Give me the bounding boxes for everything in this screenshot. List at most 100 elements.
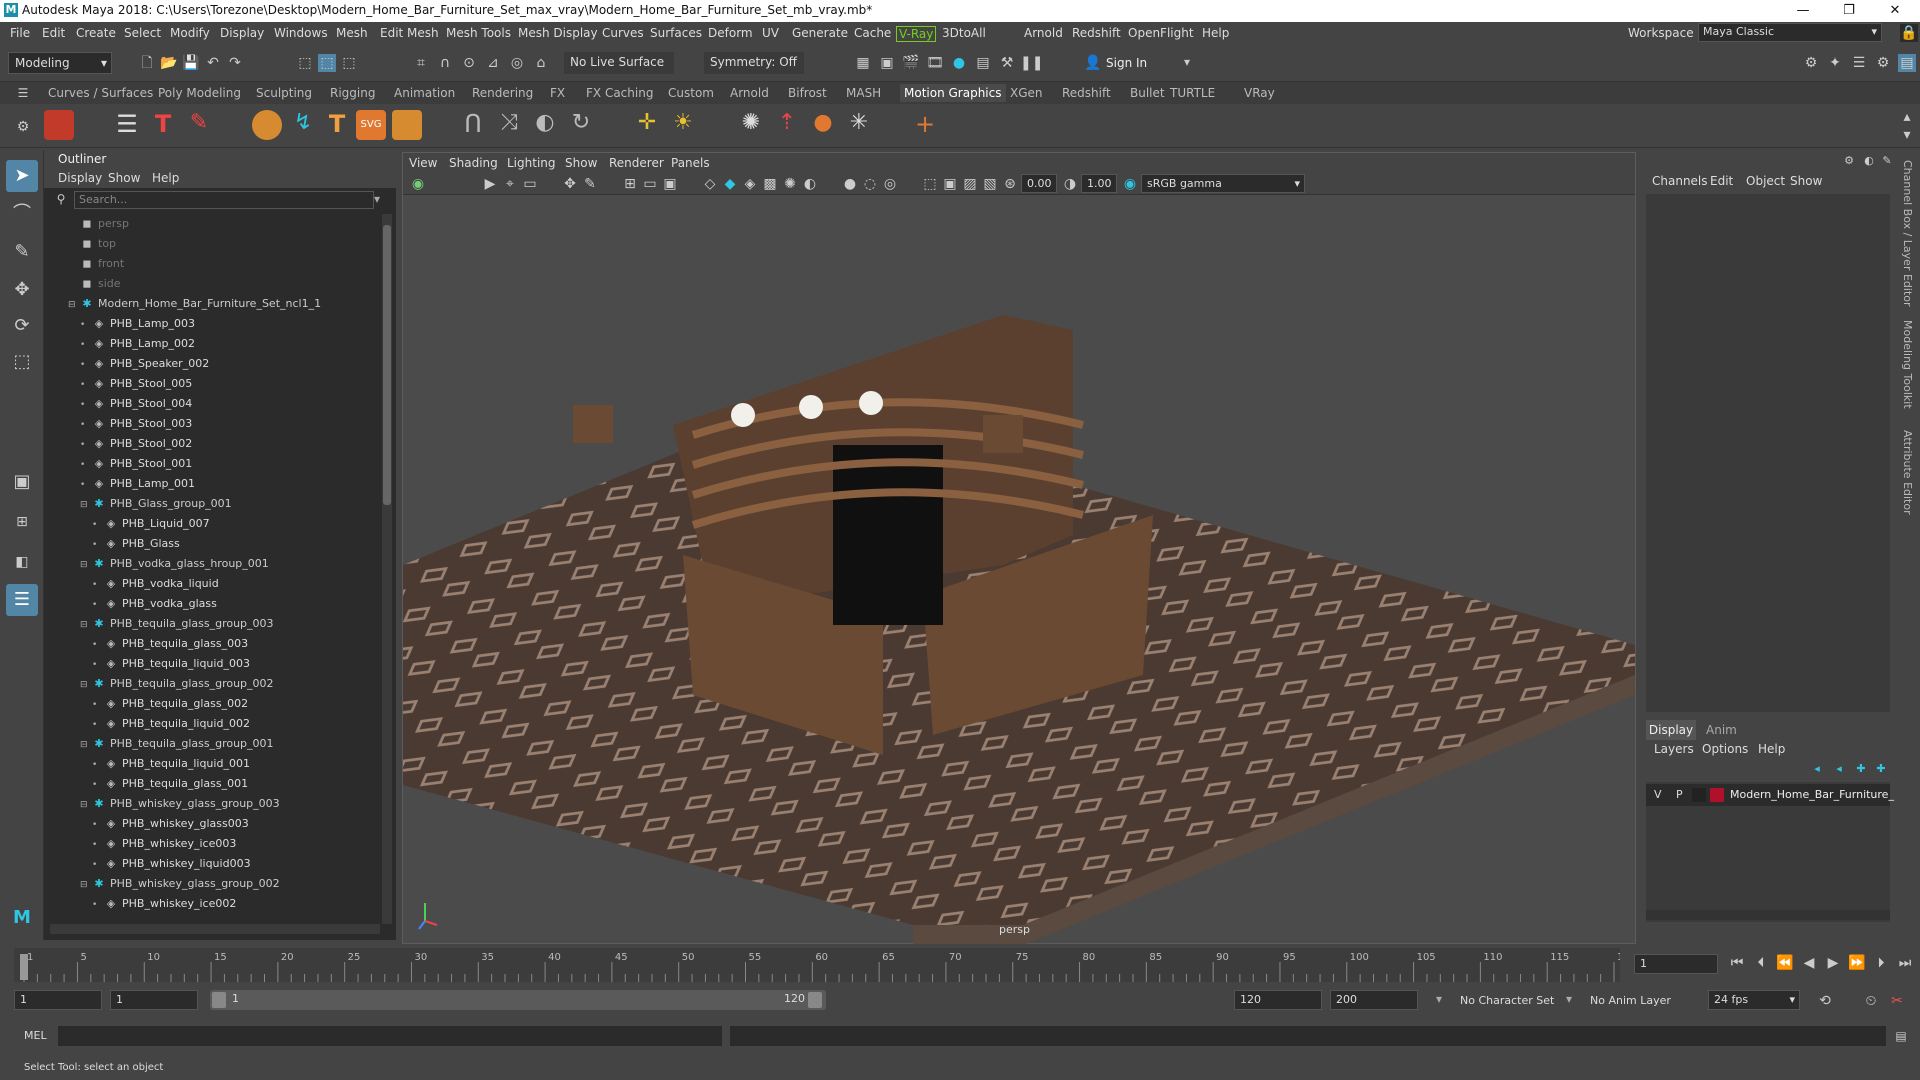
particle-icon[interactable]: ✺ <box>736 110 766 140</box>
menu-mesh[interactable]: Mesh <box>336 26 368 40</box>
add-icon[interactable]: + <box>910 110 940 140</box>
light-icon[interactable]: ☀ <box>668 110 698 140</box>
outliner-mesh-item[interactable]: • ◈ PHB_whiskey_liquid003 <box>92 854 251 874</box>
layer-visibility-toggle[interactable]: V <box>1654 788 1662 801</box>
live-surface-field[interactable]: No Live Surface <box>564 52 674 74</box>
outliner-mesh-item[interactable]: • ◈ PHB_tequila_liquid_003 <box>92 654 250 674</box>
open-scene-icon[interactable]: 📂 <box>160 54 178 72</box>
menu-mesh-tools[interactable]: Mesh Tools <box>446 26 511 40</box>
outliner-mesh-item[interactable]: • ◈ PHB_Stool_003 <box>80 414 192 434</box>
chevron-down-icon[interactable]: ▾ <box>374 192 380 206</box>
outliner-mesh-item[interactable]: • ◈ PHB_whiskey_ice002 <box>92 894 236 914</box>
current-time-marker[interactable] <box>20 954 28 980</box>
film-gate-icon[interactable]: ▭ <box>641 175 659 193</box>
outliner-group-item[interactable]: ⊟ ✱ PHB_tequila_glass_group_002 <box>80 674 274 694</box>
outliner-mesh-item[interactable]: • ◈ PHB_vodka_glass <box>92 594 217 614</box>
tab-modeling-toolkit[interactable]: Modeling Toolkit <box>1901 320 1914 409</box>
select-object-icon[interactable]: ⬚ <box>318 54 336 72</box>
two-d-pan-icon[interactable]: ✥ <box>561 175 579 193</box>
outliner-mesh-item[interactable]: • ◈ PHB_tequila_glass_001 <box>92 774 248 794</box>
current-frame-field[interactable]: 1 <box>1634 954 1718 974</box>
field-icon[interactable]: ● <box>808 110 838 140</box>
layer-playback-toggle[interactable]: P <box>1676 788 1683 801</box>
mel-input[interactable] <box>58 1026 722 1046</box>
step-back-key-icon[interactable]: ⏪ <box>1776 954 1794 972</box>
new-layer-icon[interactable]: ✚ <box>1852 760 1870 778</box>
menu-3dtoall[interactable]: 3DtoAll <box>942 26 986 40</box>
outliner-mesh-item[interactable]: • ◈ PHB_Lamp_003 <box>80 314 195 334</box>
layer-help-menu[interactable]: Help <box>1758 742 1785 756</box>
menu-select[interactable]: Select <box>124 26 161 40</box>
scene-start-field[interactable]: 1 <box>14 990 102 1010</box>
shelf-tab-mash[interactable]: MASH <box>846 86 881 100</box>
outliner-group-item[interactable]: ⊟ ✱ Modern_Home_Bar_Furniture_Set_ncl1_1 <box>68 294 321 314</box>
outliner-mesh-item[interactable]: • ◈ PHB_Glass <box>92 534 180 554</box>
shelf-options-icon[interactable]: ⚙ <box>14 118 32 136</box>
outliner-menu-help[interactable]: Help <box>152 171 179 185</box>
menu-help[interactable]: Help <box>1202 26 1229 40</box>
close-button[interactable]: ✕ <box>1872 0 1918 22</box>
options-menu[interactable]: Options <box>1702 742 1748 756</box>
menu-modify[interactable]: Modify <box>170 26 210 40</box>
shelf-tab-bifrost[interactable]: Bifrost <box>788 86 827 100</box>
outliner-mesh-item[interactable]: • ◈ PHB_Speaker_002 <box>80 354 209 374</box>
shelf-tab-poly-modeling[interactable]: Poly Modeling <box>158 86 241 100</box>
outliner-mesh-item[interactable]: • ◈ PHB_Stool_004 <box>80 394 192 414</box>
menu-generate[interactable]: Generate <box>792 26 848 40</box>
type-tool-icon[interactable]: T <box>148 110 178 140</box>
tool-settings-icon[interactable]: ⚙ <box>1874 54 1892 72</box>
menu-windows[interactable]: Windows <box>274 26 328 40</box>
scene-view[interactable] <box>403 195 1635 945</box>
outliner-mesh-item[interactable]: • ◈ PHB_tequila_glass_003 <box>92 634 248 654</box>
shelf-tab-curves-surfaces[interactable]: Curves / Surfaces <box>48 86 153 100</box>
ipr-render-icon[interactable]: 🎞 <box>926 54 944 72</box>
scatter-icon[interactable]: ✳ <box>844 110 874 140</box>
outliner-group-item[interactable]: ⊟ ✱ PHB_whiskey_glass_group_003 <box>80 794 280 814</box>
step-back-frame-icon[interactable]: ⏴ <box>1752 954 1770 972</box>
mode-dropdown[interactable]: Modeling ▾ <box>8 52 112 74</box>
outliner-mesh-item[interactable]: • ◈ PHB_Stool_002 <box>80 434 192 454</box>
camera-attributes-icon[interactable]: ▶ <box>481 175 499 193</box>
layer-row[interactable]: V P Modern_Home_Bar_Furniture_ <box>1646 784 1894 806</box>
step-forward-key-icon[interactable]: ⏩ <box>1848 954 1866 972</box>
collapse-toggle-icon[interactable]: ⊟ <box>80 735 90 755</box>
shelf-tab-redshift[interactable]: Redshift <box>1062 86 1111 100</box>
outliner-group-item[interactable]: ⊟ ✱ PHB_vodka_glass_hroup_001 <box>80 554 269 574</box>
menu-display[interactable]: Display <box>220 26 264 40</box>
lock-icon[interactable]: 🔒 <box>1900 24 1918 42</box>
collapse-toggle-icon[interactable]: ⊟ <box>80 875 90 895</box>
persp-outliner-icon[interactable]: ◧ <box>6 546 38 578</box>
outliner-layout-icon[interactable]: ☰ <box>6 584 38 616</box>
menu-curves[interactable]: Curves <box>602 26 644 40</box>
grease-pencil-icon[interactable]: ✎ <box>581 175 599 193</box>
viewport-menu-shading[interactable]: Shading <box>449 156 498 170</box>
attribute-editor-icon[interactable]: ☰ <box>1850 54 1868 72</box>
viewport-panel[interactable]: View Shading Lighting Show Renderer Pane… <box>402 152 1636 945</box>
outliner-group-item[interactable]: ⊟ ✱ PHB_whiskey_glass_group_002 <box>80 874 280 894</box>
channel-list[interactable] <box>1646 194 1890 712</box>
snap-grid-icon[interactable]: ⌗ <box>412 54 430 72</box>
wireframe-icon[interactable]: ◇ <box>701 175 719 193</box>
range-start-handle[interactable] <box>212 992 226 1008</box>
text-tool-icon[interactable]: T <box>322 110 352 140</box>
sweep-mesh-icon[interactable]: ✎ <box>184 110 214 140</box>
shelf-tab-xgen[interactable]: XGen <box>1010 86 1043 100</box>
time-slider[interactable]: 1 5 10 15 20 25 30 35 40 45 50 55 60 65 70 75 80 85 90 95 10… <box>0 944 1920 984</box>
undo-icon[interactable]: ↶ <box>204 54 222 72</box>
layers-menu[interactable]: Layers <box>1654 742 1694 756</box>
sphere-icon[interactable] <box>252 110 282 140</box>
range-bar[interactable]: 1 120 <box>210 990 826 1010</box>
outliner-scroll-thumb[interactable] <box>383 225 391 505</box>
list-icon[interactable]: ☰ <box>112 110 142 140</box>
menu-file[interactable]: File <box>10 26 30 40</box>
chevron-down-icon[interactable]: ▾ <box>1184 55 1190 69</box>
redo-icon[interactable]: ↷ <box>226 54 244 72</box>
menu-uv[interactable]: UV <box>762 26 779 40</box>
shelf-tab-fx-caching[interactable]: FX Caching <box>586 86 653 100</box>
channel-box-settings-icon[interactable]: ⚙ <box>1840 152 1858 170</box>
layer-type-toggle[interactable] <box>1692 788 1706 802</box>
xray-icon[interactable]: ▣ <box>941 175 959 193</box>
rotate-deformer-icon[interactable]: ↻ <box>566 110 596 140</box>
smooth-shade-icon[interactable]: ◆ <box>721 175 739 193</box>
bookmark-icon[interactable]: ⌖ <box>501 175 519 193</box>
